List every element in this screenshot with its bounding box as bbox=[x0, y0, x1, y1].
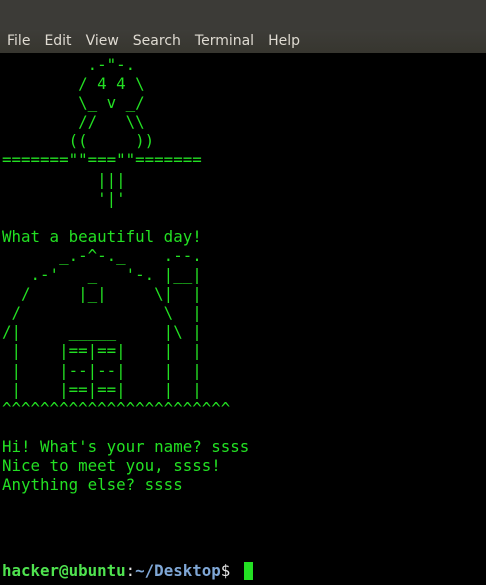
terminal-output: .-"-. / 4 4 \ \_ v _/ // \\ (( )) ======… bbox=[2, 55, 250, 495]
prompt-separator: : bbox=[125, 561, 136, 580]
prompt-symbol: $ bbox=[220, 561, 240, 580]
menubar: File Edit View Search Terminal Help bbox=[0, 30, 486, 53]
menu-help[interactable]: Help bbox=[261, 30, 307, 53]
menu-view[interactable]: View bbox=[79, 30, 126, 53]
prompt-user-host: hacker@ubuntu bbox=[2, 561, 126, 580]
text-cursor bbox=[243, 561, 253, 580]
menu-file[interactable]: File bbox=[0, 30, 37, 53]
prompt-path: ~/Desktop bbox=[135, 561, 221, 580]
menu-search[interactable]: Search bbox=[126, 30, 188, 53]
window-titlebar bbox=[0, 0, 486, 30]
terminal-area[interactable]: .-"-. / 4 4 \ \_ v _/ // \\ (( )) ======… bbox=[0, 53, 486, 585]
menu-terminal[interactable]: Terminal bbox=[188, 30, 261, 53]
menu-edit[interactable]: Edit bbox=[37, 30, 78, 53]
shell-prompt: hacker@ubuntu: ~/Desktop $ bbox=[2, 561, 253, 580]
